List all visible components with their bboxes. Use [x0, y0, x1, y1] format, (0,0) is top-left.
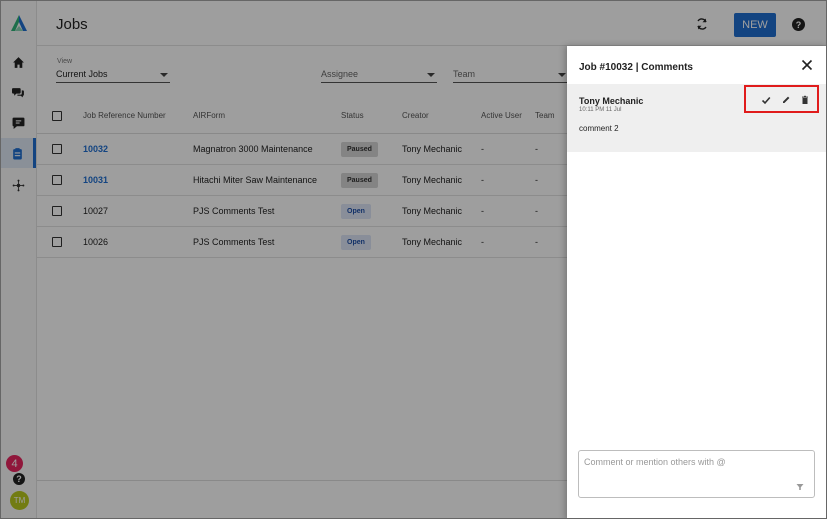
app-window: 4 ? TM Jobs NEW ? View Current Jobs Assi…: [0, 0, 827, 519]
close-icon[interactable]: [800, 58, 814, 72]
comments-panel: Job #10032 | Comments Tony Mechanic 10:1…: [567, 46, 826, 518]
comment-author: Tony Mechanic: [579, 96, 644, 106]
edit-pencil-icon[interactable]: [781, 95, 791, 105]
comment-timestamp: 10:11 PM 11 Jul: [579, 107, 622, 113]
comment-input[interactable]: Comment or mention others with @: [578, 450, 815, 498]
comment-text: comment 2: [579, 124, 619, 133]
delete-trash-icon[interactable]: [800, 95, 810, 105]
filter-icon[interactable]: [796, 483, 804, 491]
comment-actions-highlight: [744, 85, 819, 113]
check-icon[interactable]: [761, 95, 771, 105]
comment-input-placeholder: Comment or mention others with @: [584, 457, 726, 467]
panel-title: Job #10032 | Comments: [579, 62, 693, 73]
comment-item: Tony Mechanic 10:11 PM 11 Jul comment 2: [567, 84, 826, 152]
